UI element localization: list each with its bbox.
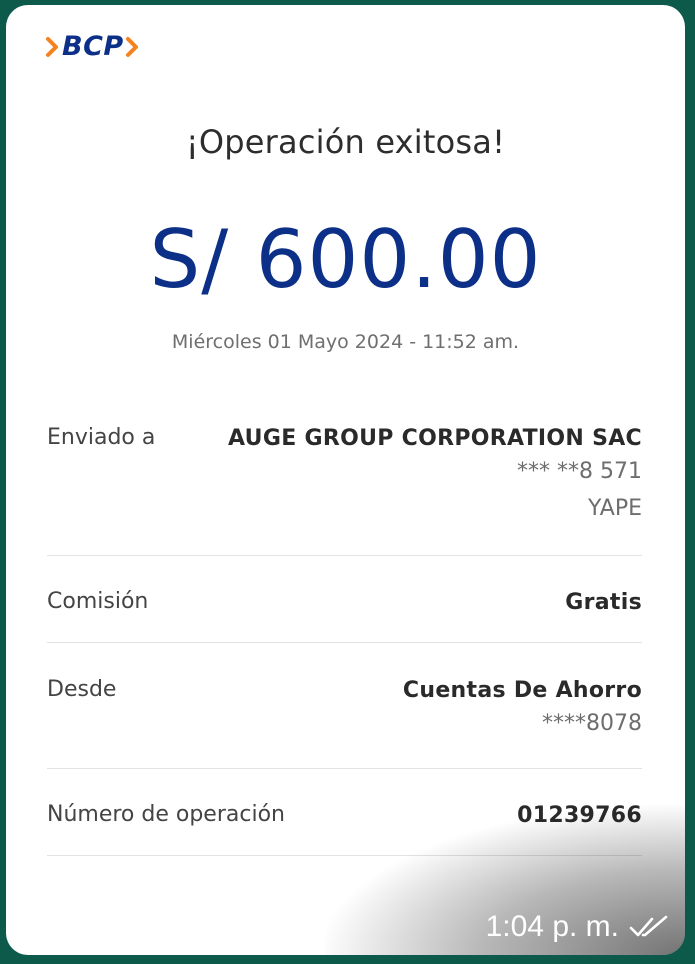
recipient-phone: *** **8 571 [517,459,642,484]
sent-to-label: Enviado a [47,425,156,450]
operation-values: 01239766 [517,802,642,830]
operation-label: Número de operación [47,802,285,827]
chevron-right-icon [125,37,138,57]
sent-to-values: AUGE GROUP CORPORATION SAC *** **8 571 Y… [228,425,642,527]
detail-row-sent-to: Enviado a AUGE GROUP CORPORATION SAC ***… [47,425,642,556]
brand-name: BCP [62,31,124,62]
detail-row-operation: Número de operación 01239766 [47,802,642,856]
from-label: Desde [47,677,117,702]
commission-values: Gratis [565,589,642,617]
message-time: 1:04 p. m. [485,910,619,943]
operation-number: 01239766 [517,803,642,828]
from-values: Cuentas De Ahorro ****8078 [403,677,642,743]
detail-row-commission: Comisión Gratis [47,589,642,643]
message-timestamp: 1:04 p. m. [486,910,669,944]
commission-value: Gratis [565,590,642,615]
recipient-name: AUGE GROUP CORPORATION SAC [228,426,642,451]
commission-label: Comisión [47,589,149,614]
chevron-right-icon [46,37,58,57]
page-title: ¡Operación exitosa! [185,123,506,161]
account-type: Cuentas De Ahorro [402,678,642,703]
recipient-channel: YAPE [588,496,642,521]
transaction-datetime: Miércoles 01 Mayo 2024 - 11:52 am. [171,331,520,353]
account-number: ****8078 [542,711,642,736]
bcp-logo: BCP [46,31,140,63]
amount: S/ 600.00 [149,213,542,306]
receipt-card: BCP ¡Operación exitosa! S/ 600.00 Miérco… [6,5,685,955]
double-check-icon [629,915,668,937]
detail-row-from: Desde Cuentas De Ahorro ****8078 [47,677,642,769]
